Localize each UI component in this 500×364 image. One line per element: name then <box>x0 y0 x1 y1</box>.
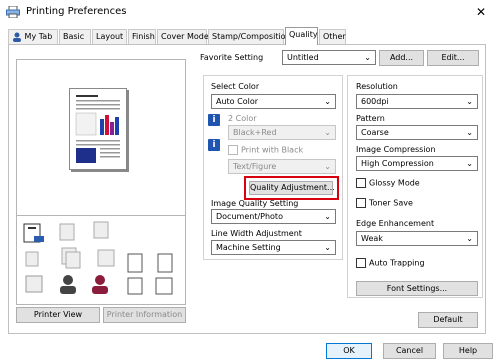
tab-basic[interactable]: Basic <box>59 29 91 44</box>
chevron-down-icon: ⌄ <box>466 159 473 168</box>
tab-my-tab[interactable]: My Tab <box>8 29 58 44</box>
select-color-label: Select Color <box>211 82 260 91</box>
chevron-down-icon: ⌄ <box>324 212 331 221</box>
checkbox-label: Auto Trapping <box>369 258 425 268</box>
favorite-setting-select[interactable]: Untitled ⌄ <box>282 50 376 65</box>
auto-trapping-checkbox[interactable]: Auto Trapping <box>356 258 425 268</box>
tab-label: Stamp/Composition <box>212 32 291 41</box>
pattern-label: Pattern <box>356 114 385 123</box>
page-thumbnail <box>69 88 127 170</box>
chevron-down-icon: ⌄ <box>466 234 473 243</box>
tab-other[interactable]: Other <box>319 29 346 44</box>
title-bar: Printing Preferences ✕ <box>0 0 500 26</box>
image-quality-label: Image Quality Setting <box>211 199 299 208</box>
checkbox-label: Glossy Mode <box>369 178 420 188</box>
font-settings-button[interactable]: Font Settings... <box>356 281 478 296</box>
select-value: Auto Color <box>216 97 259 106</box>
checkbox-box <box>356 258 366 268</box>
document-gray-icon <box>59 223 75 241</box>
window-title: Printing Preferences <box>26 6 127 17</box>
tab-layout[interactable]: Layout <box>92 29 127 44</box>
help-button[interactable]: Help <box>443 343 493 359</box>
ok-button[interactable]: OK <box>326 343 372 359</box>
select-value: Machine Setting <box>216 243 281 252</box>
page-icon <box>127 253 143 273</box>
toner-save-checkbox[interactable]: Toner Save <box>356 198 413 208</box>
tab-quality[interactable]: Quality <box>285 27 318 45</box>
chevron-down-icon: ⌄ <box>324 128 331 137</box>
tab-label: Other <box>323 32 346 41</box>
tab-label: Layout <box>96 32 124 41</box>
select-color-select[interactable]: Auto Color ⌄ <box>211 94 336 109</box>
checkbox-box <box>228 145 238 155</box>
chevron-down-icon: ⌄ <box>466 128 473 137</box>
tab-stamp-composition[interactable]: Stamp/Composition <box>208 29 291 44</box>
checkbox-box <box>356 198 366 208</box>
glossy-mode-checkbox[interactable]: Glossy Mode <box>356 178 420 188</box>
select-value: Coarse <box>361 128 389 137</box>
select-value: Text/Figure <box>233 162 277 171</box>
person-icon <box>12 32 22 42</box>
device-icon-tray <box>16 215 186 303</box>
account-icon <box>92 275 108 294</box>
user-icon <box>60 275 76 294</box>
info-icon: i <box>208 114 220 126</box>
checkbox-label: Print with Black <box>241 145 304 155</box>
highlight-box <box>244 176 339 200</box>
default-button[interactable]: Default <box>418 312 478 328</box>
edit-button[interactable]: Edit... <box>427 50 479 66</box>
tab-cover-mode[interactable]: Cover Mode <box>157 29 209 44</box>
sheet-icon <box>127 277 143 295</box>
tab-label: My Tab <box>24 32 53 41</box>
tab-label: Finish <box>132 32 155 41</box>
image-quality-select[interactable]: Document/Photo ⌄ <box>211 209 336 224</box>
two-color-label: 2 Color <box>228 114 257 123</box>
line-width-label: Line Width Adjustment <box>211 229 302 238</box>
favorite-setting-label: Favorite Setting <box>200 53 264 62</box>
chevron-down-icon: ⌄ <box>324 97 331 106</box>
booklet-icon <box>97 249 115 267</box>
printer-app-icon <box>6 5 20 19</box>
checkbox-box <box>356 178 366 188</box>
print-with-black-checkbox[interactable]: Print with Black <box>228 145 303 155</box>
info-icon: i <box>208 139 220 151</box>
chevron-down-icon: ⌄ <box>364 53 371 62</box>
select-value: Weak <box>361 234 383 243</box>
add-button[interactable]: Add... <box>379 50 424 66</box>
scanner-icon <box>23 223 44 243</box>
resolution-select[interactable]: 600dpi ⌄ <box>356 94 478 109</box>
edge-enhancement-label: Edge Enhancement <box>356 219 435 228</box>
line-width-select[interactable]: Machine Setting ⌄ <box>211 240 336 255</box>
tray-icon <box>25 275 43 293</box>
close-icon[interactable]: ✕ <box>466 3 496 21</box>
resolution-label: Resolution <box>356 82 398 91</box>
edge-enhancement-select[interactable]: Weak ⌄ <box>356 231 478 246</box>
two-color-select[interactable]: Black+Red ⌄ <box>228 125 336 140</box>
select-value: 600dpi <box>361 97 389 106</box>
chevron-down-icon: ⌄ <box>324 243 331 252</box>
punch-icon <box>157 253 173 273</box>
checkbox-label: Toner Save <box>369 198 413 208</box>
tab-label: Quality <box>289 30 318 39</box>
cancel-button[interactable]: Cancel <box>383 343 436 359</box>
tab-finish[interactable]: Finish <box>128 29 156 44</box>
document-gray-icon <box>93 221 109 239</box>
copies-icon <box>61 247 81 269</box>
chevron-down-icon: ⌄ <box>324 162 331 171</box>
printer-view-button[interactable]: Printer View <box>16 307 100 323</box>
chevron-down-icon: ⌄ <box>466 97 473 106</box>
select-value: Untitled <box>287 53 319 62</box>
select-value: High Compression <box>361 159 434 168</box>
select-value: Black+Red <box>233 128 277 137</box>
printer-information-button[interactable]: Printer Information <box>103 307 186 323</box>
tab-label: Basic <box>63 32 85 41</box>
stack-icon <box>155 277 173 295</box>
image-compression-label: Image Compression <box>356 145 436 154</box>
finisher-icon <box>25 251 39 267</box>
select-value: Document/Photo <box>216 212 283 221</box>
tab-label: Cover Mode <box>161 32 209 41</box>
print-with-black-select[interactable]: Text/Figure ⌄ <box>228 159 336 174</box>
pattern-select[interactable]: Coarse ⌄ <box>356 125 478 140</box>
image-compression-select[interactable]: High Compression ⌄ <box>356 156 478 171</box>
